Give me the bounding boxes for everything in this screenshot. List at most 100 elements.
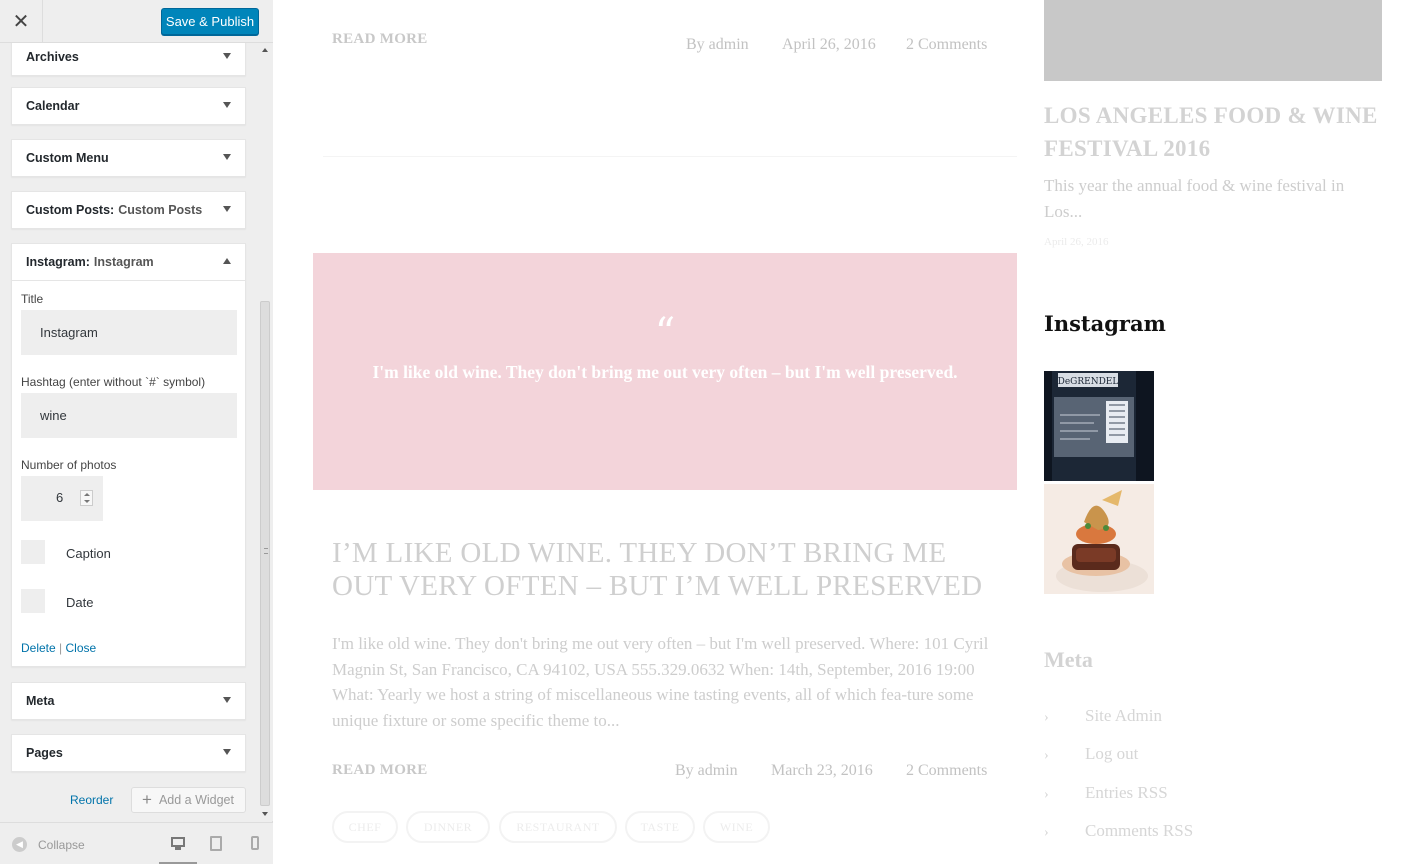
meta-widget-title: Meta (1044, 647, 1093, 672)
title-input[interactable]: Instagram (21, 310, 237, 355)
hashtag-input[interactable]: wine (21, 393, 237, 438)
expand-arrow-icon[interactable] (223, 53, 231, 59)
collapse-arrow-icon: ◀ (12, 837, 27, 852)
post-comments[interactable]: 2 Comments (906, 36, 987, 54)
site-preview: READ MORE By admin April 26, 2016 2 Comm… (274, 0, 1419, 864)
sidebar-footer: ◀ Collapse (0, 822, 273, 864)
expand-arrow-icon[interactable] (223, 154, 231, 160)
spinner-arrows-icon[interactable] (80, 490, 93, 506)
instagram-photo-steak[interactable] (1044, 484, 1154, 594)
date-label: Date (66, 595, 94, 610)
desktop-preview-icon[interactable] (171, 836, 185, 850)
widget-custom-menu[interactable]: Custom Menu (11, 139, 246, 177)
sidebar-post-title[interactable]: LOS ANGELES FOOD & WINE FESTIVAL 2016 (1044, 99, 1384, 165)
widget-header[interactable]: Archives (12, 43, 245, 75)
divider (323, 156, 1017, 157)
widget-pages[interactable]: Pages (11, 734, 246, 772)
mobile-preview-icon[interactable] (249, 836, 263, 850)
widget-meta[interactable]: Meta (11, 682, 246, 720)
widget-header[interactable]: Meta (12, 683, 245, 719)
tag-restaurant[interactable]: RESTAURANT (499, 811, 617, 843)
caption-checkbox[interactable] (21, 540, 45, 564)
quote-mark-icon: “ (654, 310, 676, 356)
collapse-label: Collapse (38, 837, 85, 852)
post-comments[interactable]: 2 Comments (906, 762, 987, 780)
caption-label: Caption (66, 546, 111, 561)
widget-header[interactable]: Instagram: Instagram (12, 244, 245, 280)
widget-instagram[interactable]: Instagram: Instagram Title Instagram Has… (11, 243, 246, 667)
close-button[interactable]: ✕ (0, 0, 43, 43)
tag-chef[interactable]: CHEF (332, 811, 398, 843)
widget-title: Custom Posts: (26, 203, 115, 217)
post-date[interactable]: April 26, 2016 (782, 36, 876, 54)
chevron-right-icon: › (1044, 748, 1049, 763)
meta-link-entries-rss[interactable]: › Entries RSS (1044, 783, 1168, 803)
post-author[interactable]: By admin (686, 36, 749, 54)
separator: | (59, 641, 63, 655)
bottle-label: DeGRENDEL (1058, 377, 1119, 387)
tablet-preview-icon[interactable] (209, 836, 223, 851)
close-link[interactable]: Close (66, 641, 97, 655)
customizer-sidebar: ✕ Save & Publish Archives Calendar Custo… (0, 0, 273, 864)
sidebar-post-excerpt: This year the annual food & wine festiva… (1044, 176, 1345, 221)
scrollbar-thumb[interactable] (260, 301, 270, 806)
reorder-link[interactable]: Reorder (70, 793, 113, 807)
widgets-panel: Archives Calendar Custom Menu Custom Pos… (0, 43, 258, 821)
widget-custom-posts[interactable]: Custom Posts: Custom Posts (11, 191, 246, 229)
post-title[interactable]: I’M LIKE OLD WINE. THEY DON’T BRING ME O… (332, 537, 1012, 603)
number-value: 6 (56, 490, 64, 505)
chevron-right-icon: › (1044, 787, 1049, 802)
post-thumbnail[interactable] (1044, 0, 1382, 81)
meta-link-comments-rss[interactable]: › Comments RSS (1044, 821, 1193, 841)
widget-subtitle: Instagram (93, 255, 154, 269)
widget-header[interactable]: Pages (12, 735, 245, 771)
expand-arrow-icon[interactable] (223, 102, 231, 108)
widget-header[interactable]: Custom Menu (12, 140, 245, 176)
widget-header[interactable]: Calendar (12, 88, 245, 124)
widget-archives[interactable]: Archives (11, 43, 246, 76)
read-more-link[interactable]: READ MORE (332, 31, 428, 48)
number-of-photos-stepper[interactable]: 6 (21, 476, 103, 521)
expand-arrow-icon[interactable] (223, 749, 231, 755)
grip-icon (264, 548, 268, 554)
widget-header[interactable]: Custom Posts: Custom Posts (12, 192, 245, 228)
post-author[interactable]: By admin (675, 762, 738, 780)
post-date[interactable]: March 23, 2016 (771, 762, 873, 780)
widget-form: Title Instagram Hashtag (enter without `… (12, 280, 245, 666)
save-publish-button[interactable]: Save & Publish (161, 8, 259, 35)
scroll-up-arrow-icon[interactable] (262, 48, 268, 52)
meta-link-log-out[interactable]: › Log out (1044, 744, 1138, 764)
widget-subtitle: Custom Posts (118, 203, 203, 217)
widget-actions: Delete | Close (21, 641, 96, 655)
collapse-button[interactable]: ◀ Collapse (12, 837, 85, 852)
delete-link[interactable]: Delete (21, 641, 56, 655)
instagram-photo-wine-bottle[interactable]: DeGRENDEL (1044, 371, 1154, 481)
add-widget-label: Add a Widget (158, 793, 234, 807)
expand-arrow-icon[interactable] (223, 697, 231, 703)
widget-title: Meta (26, 694, 55, 708)
widget-title: Pages (26, 746, 63, 760)
meta-link-label: Entries RSS (1085, 783, 1168, 802)
meta-link-label: Comments RSS (1085, 821, 1194, 840)
collapse-arrow-icon[interactable] (223, 258, 231, 264)
read-more-link[interactable]: READ MORE (332, 762, 428, 779)
add-widget-button[interactable]: + Add a Widget (131, 787, 246, 813)
sidebar-scrollbar[interactable] (258, 43, 273, 821)
scroll-down-arrow-icon[interactable] (262, 812, 268, 816)
tag-taste[interactable]: TASTE (625, 811, 695, 843)
widget-area-actions: Reorder + Add a Widget (0, 784, 258, 814)
meta-link-site-admin[interactable]: › Site Admin (1044, 706, 1162, 726)
chevron-right-icon: › (1044, 825, 1049, 840)
tag-wine[interactable]: WINE (703, 811, 770, 843)
widget-calendar[interactable]: Calendar (11, 87, 246, 125)
widget-title: Archives (26, 50, 79, 64)
expand-arrow-icon[interactable] (223, 206, 231, 212)
hashtag-label: Hashtag (enter without `#` symbol) (21, 375, 206, 389)
number-label: Number of photos (21, 458, 117, 472)
sidebar-post-date: April 26, 2016 (1044, 236, 1109, 248)
sidebar-header: ✕ Save & Publish (0, 0, 273, 43)
widget-title: Calendar (26, 99, 80, 113)
date-checkbox[interactable] (21, 589, 45, 613)
instagram-widget-title: Instagram (1044, 311, 1166, 336)
tag-dinner[interactable]: DINNER (406, 811, 490, 843)
